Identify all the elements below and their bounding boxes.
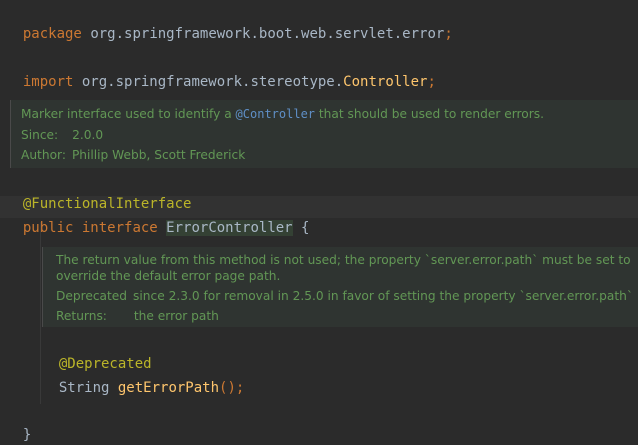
javadoc-author: Author: Phillip Webb, Scott Frederick — [21, 146, 245, 164]
method-declaration-line[interactable]: String getErrorPath(); — [42, 358, 244, 396]
return-type[interactable]: String — [59, 380, 110, 396]
close-brace: } — [22, 427, 32, 443]
import-keyword: import — [22, 74, 74, 90]
since-value: 2.0.0 — [72, 128, 104, 142]
import-class[interactable]: Controller — [343, 74, 427, 90]
javadoc-deprecated: Deprecated since 2.3.0 for removal in 2.5… — [56, 287, 633, 305]
returns-value: the error path — [133, 309, 219, 323]
import-line[interactable]: import org.springframework.stereotype.Co… — [6, 52, 436, 90]
package-name: org.springframework.boot.web.servlet.err… — [90, 26, 445, 42]
javadoc-returns: Returns: the error path — [56, 307, 219, 325]
semicolon: ; — [427, 74, 436, 90]
open-brace: { — [301, 220, 310, 236]
public-keyword: public — [22, 220, 74, 236]
javadoc-since: Since: 2.0.0 — [21, 126, 103, 144]
interface-declaration-line[interactable]: public interface ErrorController { — [6, 198, 309, 236]
annotation-line[interactable]: @FunctionalInterface — [6, 174, 192, 212]
method-javadoc: The return value from this method is not… — [42, 247, 638, 327]
method-javadoc-line2: override the default error page path. — [56, 269, 281, 283]
javadoc-description: Marker interface used to identify a @Con… — [21, 105, 544, 123]
author-value: Phillip Webb, Scott Frederick — [71, 148, 246, 162]
javadoc-text-post: that should be used to render errors. — [315, 107, 544, 121]
author-label: Author: — [21, 148, 66, 162]
import-package: org.springframework.stereotype. — [81, 74, 344, 90]
interface-keyword: interface — [81, 220, 158, 236]
controller-link[interactable]: @Controller — [236, 107, 315, 121]
semicolon: ; — [444, 26, 453, 42]
interface-javadoc: Marker interface used to identify a @Con… — [10, 100, 638, 168]
deprecated-value: since 2.3.0 for removal in 2.5.0 in favo… — [133, 289, 633, 303]
interface-name[interactable]: ErrorController — [166, 220, 293, 236]
package-line[interactable]: package org.springframework.boot.web.ser… — [6, 4, 453, 42]
package-keyword: package — [22, 26, 82, 42]
method-parens: (); — [219, 380, 245, 396]
javadoc-text-pre: Marker interface used to identify a — [21, 107, 236, 121]
deprecated-label: Deprecated — [56, 289, 128, 303]
returns-label: Returns: — [56, 309, 107, 323]
since-label: Since: — [21, 128, 59, 142]
method-name[interactable]: getErrorPath — [118, 380, 219, 396]
closing-brace-line[interactable]: } — [6, 405, 31, 443]
indent-guide — [40, 222, 41, 404]
deprecated-annotation-line[interactable]: @Deprecated — [42, 334, 152, 372]
